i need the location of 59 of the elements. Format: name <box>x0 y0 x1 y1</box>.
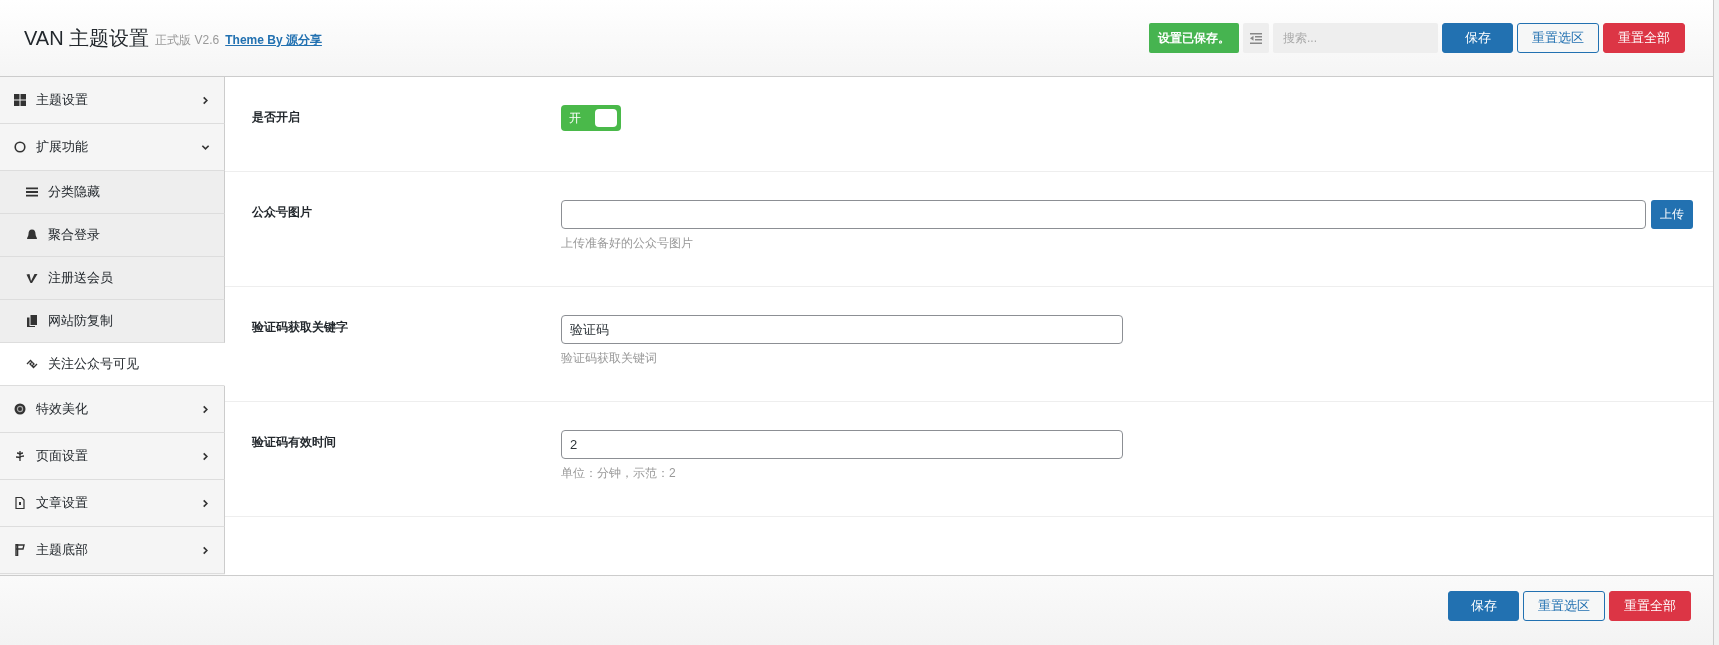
menu-label: 文章设置 <box>36 494 88 512</box>
v-letter-icon <box>26 272 38 284</box>
menu-label: 页面设置 <box>36 447 88 465</box>
menu-label: 扩展功能 <box>36 138 88 156</box>
submenu-item[interactable]: 关注公众号可见 <box>0 343 225 386</box>
sidebar-item[interactable]: 特效美化 <box>0 386 225 433</box>
field-description: 单位：分钟，示范：2 <box>561 465 677 482</box>
submenu-item[interactable]: 聚合登录 <box>0 214 225 257</box>
menu-label: 注册送会员 <box>48 269 113 287</box>
menu-label: 特效美化 <box>36 400 88 418</box>
upload-button[interactable]: 上传 <box>1651 200 1693 229</box>
sidebar-item[interactable]: 扩展功能 <box>0 124 225 171</box>
document-icon <box>14 497 26 509</box>
sidebar-item[interactable]: 主题底部 <box>0 527 225 574</box>
submenu-item[interactable]: 网站防复制 <box>0 300 225 343</box>
sidebar-item[interactable]: 主题设置 <box>0 77 225 124</box>
reset-all-button[interactable]: 重置全部 <box>1603 23 1685 53</box>
reset-all-button[interactable]: 重置全部 <box>1609 590 1691 621</box>
page-title: VAN 主题设置 <box>24 25 150 51</box>
outdent-icon <box>1250 32 1262 44</box>
menu-label: 主题底部 <box>36 541 88 559</box>
upload-url-field[interactable] <box>561 200 1646 229</box>
search-field[interactable]: 搜索... <box>1273 23 1438 53</box>
flag-icon <box>14 544 26 556</box>
field-label: 公众号图片 <box>252 204 313 221</box>
sidebar-item[interactable]: 文章设置 <box>0 480 225 527</box>
list-icon <box>26 186 38 198</box>
copy-icon <box>26 315 38 327</box>
menu-label: 分类隐藏 <box>48 183 100 201</box>
circle-icon <box>14 141 26 153</box>
text-field[interactable]: 2 <box>561 430 1123 459</box>
text-field[interactable]: 验证码 <box>561 315 1123 344</box>
version-label: 正式版 V2.6 <box>155 31 220 49</box>
reset-section-button[interactable]: 重置选区 <box>1523 590 1605 621</box>
field-description: 验证码获取关键词 <box>561 350 658 367</box>
save-button[interactable]: 保存 <box>1442 23 1513 53</box>
sidebar-item[interactable]: 页面设置 <box>0 433 225 480</box>
theme-link[interactable]: Theme By 源分享 <box>225 31 322 49</box>
field-description: 上传准备好的公众号图片 <box>561 235 694 252</box>
reset-section-button[interactable]: 重置选区 <box>1517 23 1599 53</box>
chevron-icon <box>201 404 210 414</box>
submenu-item[interactable]: 分类隐藏 <box>0 171 225 214</box>
chevron-icon <box>201 498 210 508</box>
menu-label: 主题设置 <box>36 91 88 109</box>
chevron-icon <box>201 545 210 555</box>
grid-icon <box>14 94 26 106</box>
field-label: 是否开启 <box>252 109 301 126</box>
save-button[interactable]: 保存 <box>1448 590 1519 621</box>
field-label: 验证码获取关键字 <box>252 319 349 336</box>
submenu-item[interactable]: 注册送会员 <box>0 257 225 300</box>
chevron-icon <box>201 95 210 105</box>
status-badge: 设置已保存。 <box>1149 23 1239 53</box>
menu-label: 聚合登录 <box>48 226 100 244</box>
menu-label: 网站防复制 <box>48 312 113 330</box>
collapse-toggle[interactable] <box>1243 23 1269 53</box>
code-icon <box>26 358 38 370</box>
field-label: 验证码有效时间 <box>252 434 337 451</box>
menu-label: 关注公众号可见 <box>48 355 139 373</box>
chevron-icon <box>201 451 210 461</box>
